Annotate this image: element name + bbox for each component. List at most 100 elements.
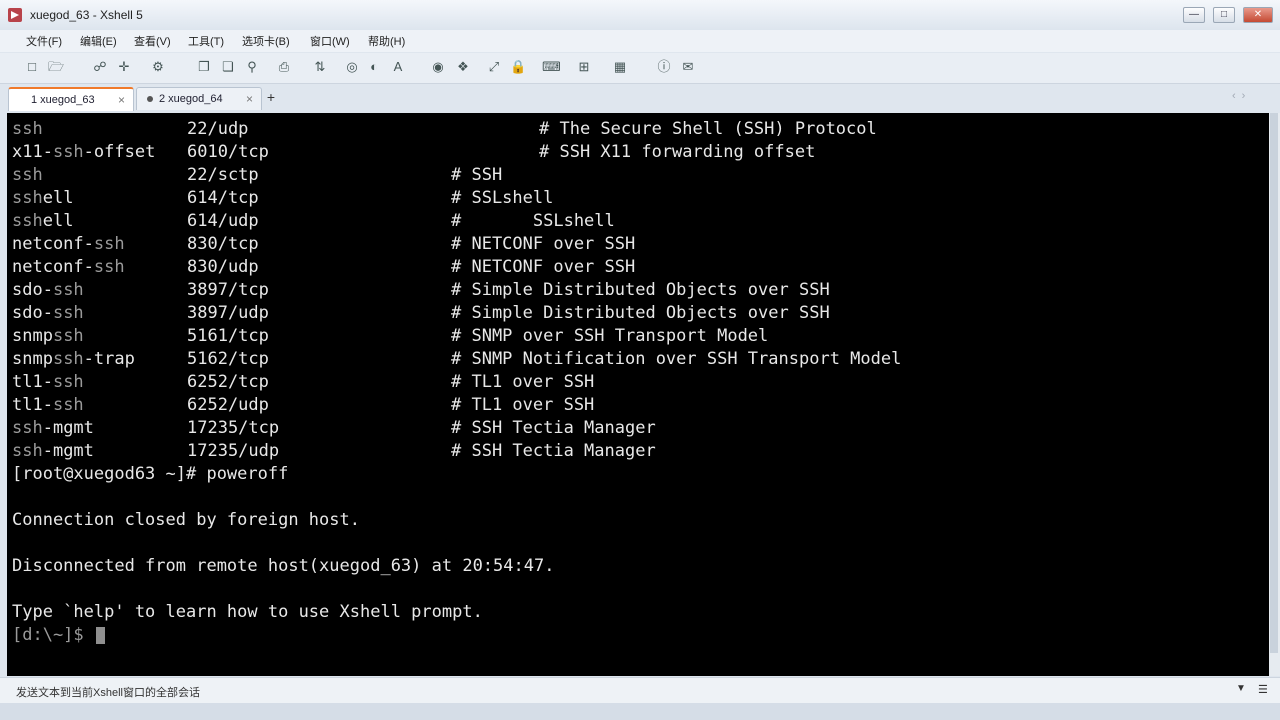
service-port: 22/udp (187, 119, 249, 139)
services-line: sdo-ssh 3897/tcp # Simple Distributed Obje… (12, 279, 830, 302)
service-name: ssh-mgmt (12, 441, 94, 461)
service-name: netconf-ssh (12, 234, 125, 254)
layout-icon[interactable]: ▦ (612, 59, 628, 75)
menu-icon[interactable]: ☰ (1258, 683, 1268, 696)
keymap-icon[interactable]: ❖ (455, 59, 471, 75)
paste-icon[interactable]: ❏ (220, 59, 236, 75)
services-line: ssh-mgmt 17235/tcp # SSH Tectia Manager (12, 417, 656, 440)
taskbar-strip (0, 703, 1280, 720)
services-line: tl1-ssh 6252/udp # TL1 over SSH (12, 394, 594, 417)
services-line: snmpssh 5161/tcp # SNMP over SSH Transport… (12, 325, 768, 348)
menu-file[interactable]: 文件(F) (26, 33, 62, 49)
service-port: 22/sctp (187, 165, 259, 185)
menu-edit[interactable]: 编辑(E) (80, 33, 117, 49)
tab-close-icon[interactable]: × (118, 89, 125, 111)
ssh-highlight: ssh (93, 257, 125, 277)
disconnect-icon[interactable]: ✛ (116, 59, 132, 75)
ssh-highlight: ssh (52, 349, 84, 369)
service-comment: # The Secure Shell (SSH) Protocol (539, 119, 877, 139)
service-comment: # SSH X11 forwarding offset (539, 142, 816, 162)
help-icon[interactable]: ⓘ (656, 59, 672, 75)
service-comment: # Simple Distributed Objects over SSH (451, 303, 830, 323)
menu-tabs[interactable]: 选项卡(B) (242, 33, 290, 49)
tab-xuegod-64[interactable]: 2 xuegod_64 × (136, 87, 262, 110)
service-port: 614/tcp (187, 188, 259, 208)
send-to-all-sessions-input[interactable]: 发送文本到当前Xshell窗口的全部会话 (16, 684, 200, 700)
minimize-button[interactable]: — (1183, 7, 1205, 23)
services-line: ssh-mgmt 17235/udp # SSH Tectia Manager (12, 440, 656, 463)
services-line: snmpssh-trap 5162/tcp # SNMP Notification … (12, 348, 901, 371)
service-port: 830/udp (187, 257, 259, 277)
globe-icon[interactable]: ◎ (344, 59, 360, 75)
terminal-line: [root@xuegod63 ~]# poweroff (12, 464, 289, 484)
ssh-highlight: ssh (52, 142, 84, 162)
service-port: 6010/tcp (187, 142, 269, 162)
close-button[interactable]: ✕ (1243, 7, 1273, 23)
services-line: tl1-ssh 6252/tcp # TL1 over SSH (12, 371, 594, 394)
menu-view[interactable]: 查看(V) (134, 33, 171, 49)
ssh-highlight: ssh (12, 165, 43, 185)
tab-xuegod-63[interactable]: 1 xuegod_63 × (8, 87, 134, 111)
service-name: ssh-mgmt (12, 418, 94, 438)
chat-icon[interactable]: ✉ (680, 59, 696, 75)
copy-icon[interactable]: ❐ (196, 59, 212, 75)
tab-label: 2 xuegod_64 (159, 93, 223, 105)
service-comment: # TL1 over SSH (451, 372, 595, 392)
service-name: netconf-ssh (12, 257, 125, 277)
scroll-thumb[interactable] (1270, 113, 1278, 653)
ssh-highlight: ssh (52, 372, 84, 392)
service-comment: # Simple Distributed Objects over SSH (451, 280, 830, 300)
ssh-highlight: ssh (12, 211, 43, 231)
services-line: ssh 22/sctp # SSH (12, 164, 502, 187)
keyboard-icon[interactable]: ⌨ (542, 59, 561, 75)
service-comment: # NETCONF over SSH (451, 234, 636, 254)
service-name: tl1-ssh (12, 395, 84, 415)
service-name: snmpssh (12, 326, 84, 346)
menu-tools[interactable]: 工具(T) (188, 33, 224, 49)
ssh-highlight: ssh (12, 188, 43, 208)
services-line: ssh 22/udp # The Secure Shell (SSH) Protoc… (12, 118, 877, 141)
new-tab-button[interactable]: + (262, 88, 280, 106)
services-line: sdo-ssh 3897/udp # Simple Distributed Obje… (12, 302, 830, 325)
menu-help[interactable]: 帮助(H) (368, 33, 405, 49)
services-line: sshell 614/udp # SSLshell (12, 210, 615, 233)
properties-icon[interactable]: ⚙ (150, 59, 166, 75)
ssh-highlight: ssh (93, 234, 125, 254)
service-comment: # SSH Tectia Manager (451, 441, 656, 461)
ssh-highlight: ssh (52, 303, 84, 323)
terminal-output[interactable]: ssh 22/udp # The Secure Shell (SSH) Protoc… (7, 113, 1269, 676)
service-port: 5162/tcp (187, 349, 269, 369)
service-name: snmpssh-trap (12, 349, 135, 369)
add-icon[interactable]: ⊞ (576, 59, 592, 75)
service-comment: # SNMP Notification over SSH Transport M… (451, 349, 902, 369)
service-name: sshell (12, 211, 74, 231)
maximize-button[interactable]: □ (1213, 7, 1235, 23)
terminal-scrollbar[interactable] (1269, 113, 1280, 676)
script-icon[interactable]: ◉ (430, 59, 446, 75)
tab-status-dot-icon (147, 96, 153, 102)
find-icon[interactable]: ⚲ (244, 59, 260, 75)
lock-icon[interactable]: 🔒 (510, 59, 526, 75)
connect-icon[interactable]: ☍ (92, 59, 108, 75)
tab-close-icon[interactable]: × (246, 88, 253, 110)
font-icon[interactable]: A (390, 59, 406, 75)
services-line: netconf-ssh 830/tcp # NETCONF over SSH (12, 233, 635, 256)
service-port: 3897/tcp (187, 280, 269, 300)
prompt-line[interactable]: [d:\~]$ (12, 624, 105, 647)
open-folder-icon[interactable]: 🗁 (48, 59, 64, 75)
service-port: 6252/udp (187, 395, 269, 415)
menu-window[interactable]: 窗口(W) (310, 33, 350, 49)
service-comment: # SSH Tectia Manager (451, 418, 656, 438)
ssh-highlight: ssh (52, 326, 84, 346)
xshell-app-icon[interactable] (8, 8, 22, 22)
dropdown-arrow-icon[interactable]: ▼ (1236, 683, 1246, 694)
transfer-icon[interactable]: ⇅ (312, 59, 328, 75)
fullscreen-icon[interactable]: ⤢ (486, 59, 502, 75)
local-prompt: [d:\~]$ (12, 625, 94, 645)
color-scheme-icon[interactable]: ◐ (366, 59, 382, 75)
text-cursor (95, 626, 105, 644)
print-icon[interactable]: ⎙ (276, 59, 292, 75)
tab-nav-arrows-icon[interactable]: ‹› (1232, 90, 1251, 102)
service-name: ssh (12, 118, 187, 141)
new-session-icon[interactable]: □ (24, 59, 40, 75)
